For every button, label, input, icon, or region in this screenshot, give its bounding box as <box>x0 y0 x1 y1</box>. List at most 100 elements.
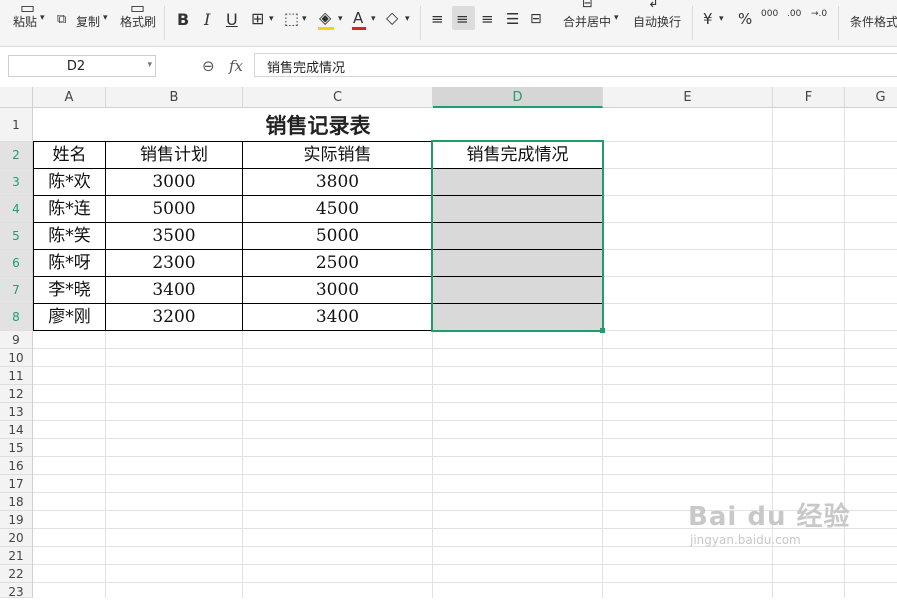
currency-button[interactable]: ¥ <box>703 10 713 28</box>
table-row-plan[interactable]: 2300 <box>106 250 243 277</box>
table-row-plan[interactable]: 3400 <box>106 277 243 304</box>
fill-pattern-icon[interactable]: ⬚ <box>284 11 299 27</box>
table-row-actual[interactable]: 3000 <box>243 277 433 304</box>
table-row-name[interactable]: 李*晓 <box>34 277 106 304</box>
italic-button[interactable]: I <box>204 10 210 29</box>
paste-dropdown-icon[interactable]: ▾ <box>40 13 45 23</box>
formula-input[interactable]: 销售完成情况 <box>254 53 897 77</box>
row-header-13[interactable]: 13 <box>0 403 33 421</box>
table-row-actual[interactable]: 4500 <box>243 196 433 223</box>
row-header-4[interactable]: 4 <box>0 196 33 223</box>
column-header-g[interactable]: G <box>845 87 897 108</box>
bold-button[interactable]: B <box>177 10 189 29</box>
conditional-format-button[interactable]: 条件格式 <box>850 13 897 30</box>
row-header-3[interactable]: 3 <box>0 169 33 196</box>
merge-icon[interactable]: ⊟ <box>582 0 593 12</box>
header-cell-plan[interactable]: 销售计划 <box>106 142 243 169</box>
table-row-name[interactable]: 廖*刚 <box>34 304 106 331</box>
table-row-plan[interactable]: 3200 <box>106 304 243 331</box>
column-header-a[interactable]: A <box>33 87 106 108</box>
row-header-6[interactable]: 6 <box>0 250 33 277</box>
row-header-11[interactable]: 11 <box>0 367 33 385</box>
table-row-name[interactable]: 陈*呀 <box>34 250 106 277</box>
header-cell-name[interactable]: 姓名 <box>34 142 106 169</box>
row-header-20[interactable]: 20 <box>0 529 33 547</box>
row-header-19[interactable]: 19 <box>0 511 33 529</box>
row-header-12[interactable]: 12 <box>0 385 33 403</box>
table-row-actual[interactable]: 3800 <box>243 169 433 196</box>
select-all-corner[interactable] <box>0 87 33 108</box>
column-header-d[interactable]: D <box>433 87 603 108</box>
decimal-increase-button[interactable]: .00 <box>787 9 801 19</box>
row-header-18[interactable]: 18 <box>0 493 33 511</box>
distribute-icon[interactable]: ⊟ <box>530 11 542 27</box>
align-right-icon[interactable]: ≡ <box>481 11 494 27</box>
table-row-name[interactable]: 陈*笑 <box>34 223 106 250</box>
percent-button[interactable]: % <box>738 10 752 28</box>
zoom-search-icon[interactable]: ⊖ <box>202 57 215 75</box>
table-row-actual[interactable]: 3400 <box>243 304 433 331</box>
font-color-swatch <box>352 27 366 30</box>
merge-center-button[interactable]: 合并居中 <box>563 13 611 30</box>
row-header-22[interactable]: 22 <box>0 565 33 583</box>
row-header-10[interactable]: 10 <box>0 349 33 367</box>
row-header-21[interactable]: 21 <box>0 547 33 565</box>
name-box[interactable]: D2 ▾ <box>8 55 156 77</box>
table-row-name[interactable]: 陈*连 <box>34 196 106 223</box>
row-header-23[interactable]: 23 <box>0 583 33 599</box>
row-header-17[interactable]: 17 <box>0 475 33 493</box>
row-header-9[interactable]: 9 <box>0 331 33 349</box>
clear-dropdown-icon[interactable]: ▾ <box>405 14 410 24</box>
font-color-dropdown-icon[interactable]: ▾ <box>371 14 376 24</box>
copy-icon[interactable]: ⧉ <box>57 12 66 28</box>
table-row-actual[interactable]: 2500 <box>243 250 433 277</box>
border-icon[interactable]: ⊞ <box>251 11 264 27</box>
paste-button[interactable]: 粘贴 <box>13 13 37 30</box>
table-row-plan[interactable]: 3000 <box>106 169 243 196</box>
decimal-decrease-button[interactable]: →.0 <box>811 9 827 19</box>
font-color-button[interactable]: A <box>353 9 363 27</box>
sheet-title[interactable]: 销售记录表 <box>33 108 603 142</box>
format-painter-button[interactable]: 格式刷 <box>120 13 156 30</box>
row-header-16[interactable]: 16 <box>0 457 33 475</box>
header-cell-actual[interactable]: 实际销售 <box>243 142 433 169</box>
table-row-plan[interactable]: 5000 <box>106 196 243 223</box>
border-dropdown-icon[interactable]: ▾ <box>269 14 274 24</box>
fill-pattern-dropdown-icon[interactable]: ▾ <box>302 14 307 24</box>
column-header-f[interactable]: F <box>773 87 845 108</box>
row-header-5[interactable]: 5 <box>0 223 33 250</box>
chevron-down-icon[interactable]: ▾ <box>147 60 152 70</box>
row-header-8[interactable]: 8 <box>0 304 33 331</box>
row-header-1[interactable]: 1 <box>0 108 33 142</box>
clear-format-icon[interactable]: ◇ <box>386 10 398 26</box>
underline-button[interactable]: U <box>226 10 238 29</box>
table-row-actual[interactable]: 5000 <box>243 223 433 250</box>
table-row-plan[interactable]: 3500 <box>106 223 243 250</box>
copy-button[interactable]: 复制 <box>76 13 100 30</box>
grid-line <box>33 492 897 493</box>
copy-dropdown-icon[interactable]: ▾ <box>103 13 108 23</box>
row-header-14[interactable]: 14 <box>0 421 33 439</box>
merge-dropdown-icon[interactable]: ▾ <box>614 13 619 23</box>
row-header-7[interactable]: 7 <box>0 277 33 304</box>
fill-handle[interactable] <box>600 328 605 333</box>
row-header-2[interactable]: 2 <box>0 142 33 169</box>
row-header-15[interactable]: 15 <box>0 439 33 457</box>
table-row-name[interactable]: 陈*欢 <box>34 169 106 196</box>
fill-color-icon[interactable]: ◈ <box>319 10 331 26</box>
fill-color-dropdown-icon[interactable]: ▾ <box>338 14 343 24</box>
toolbar-divider <box>164 6 165 40</box>
align-center-icon[interactable]: ≡ <box>456 11 469 27</box>
grid-line <box>33 366 897 367</box>
align-left-icon[interactable]: ≡ <box>431 11 444 27</box>
currency-dropdown-icon[interactable]: ▾ <box>719 14 724 24</box>
column-header-e[interactable]: E <box>603 87 773 108</box>
thousands-button[interactable]: 000 <box>761 9 778 19</box>
justify-icon[interactable]: ☰ <box>506 11 519 27</box>
fx-icon[interactable]: fx <box>229 57 243 75</box>
column-header-b[interactable]: B <box>106 87 243 108</box>
wrap-text-icon[interactable]: ↲ <box>648 0 659 12</box>
wrap-text-button[interactable]: 自动换行 <box>633 13 681 30</box>
column-header-c[interactable]: C <box>243 87 433 108</box>
grid-line <box>33 384 897 385</box>
